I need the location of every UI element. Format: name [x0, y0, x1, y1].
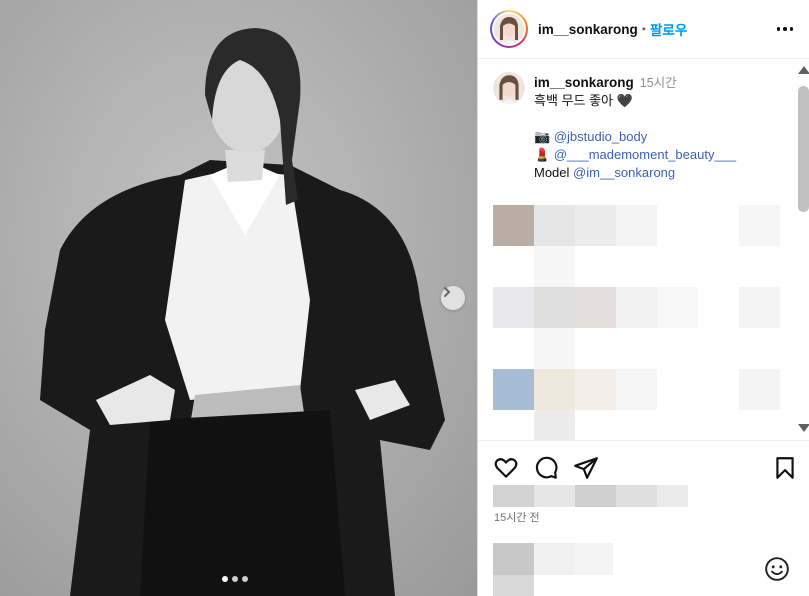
- photo-illustration: [0, 0, 477, 596]
- scroll-up-arrow[interactable]: [798, 66, 809, 74]
- header-username[interactable]: im__sonkarong: [538, 22, 638, 37]
- post-actions: 15시간 전: [478, 440, 809, 596]
- carousel-dot: [222, 576, 228, 582]
- post-timestamp: 15시간 전: [494, 512, 540, 524]
- story-ring-avatar[interactable]: [490, 10, 528, 48]
- more-icon[interactable]: [776, 19, 794, 39]
- bookmark-icon[interactable]: [772, 455, 798, 481]
- next-photo-button[interactable]: [441, 286, 465, 310]
- model-mention-link[interactable]: @im__sonkarong: [573, 165, 675, 180]
- post-viewer: im__sonkarong • 팔로우 im__sonkarong 15시간 흑백…: [0, 0, 809, 596]
- separator-dot: •: [641, 22, 646, 36]
- camera-emoji: 📷: [534, 129, 551, 144]
- post-side-panel: im__sonkarong • 팔로우 im__sonkarong 15시간 흑백…: [477, 0, 809, 596]
- avatar: [494, 14, 524, 44]
- model-label: Model: [534, 165, 570, 180]
- carousel-dot: [232, 576, 238, 582]
- carousel-dot: [242, 576, 248, 582]
- scrollbar-thumb[interactable]: [798, 86, 809, 212]
- emoji-icon[interactable]: [764, 556, 790, 582]
- comments-section: im__sonkarong 15시간 흑백 무드 좋아 🖤 📷 @jbstudio…: [478, 60, 794, 440]
- caption-username[interactable]: im__sonkarong: [534, 75, 634, 90]
- avatar[interactable]: [493, 72, 525, 104]
- chevron-right-icon: [444, 287, 451, 297]
- caption-text: 흑백 무드 좋아 🖤: [534, 93, 633, 108]
- beauty-mention-link[interactable]: @___mademoment_beauty___: [554, 147, 736, 162]
- comments-scrollbar[interactable]: [794, 60, 809, 440]
- comment-icon[interactable]: [533, 455, 559, 481]
- heart-icon[interactable]: [493, 455, 519, 481]
- caption-time: 15시간: [639, 76, 677, 90]
- post-photo: [0, 0, 477, 596]
- studio-mention-link[interactable]: @jbstudio_body: [554, 129, 647, 144]
- share-icon[interactable]: [573, 455, 599, 481]
- lipstick-emoji: 💄: [534, 147, 551, 162]
- scroll-down-arrow[interactable]: [798, 424, 809, 432]
- carousel-dots: [222, 576, 248, 582]
- post-caption: im__sonkarong 15시간 흑백 무드 좋아 🖤 📷 @jbstudio…: [534, 74, 784, 182]
- follow-button[interactable]: 팔로우: [650, 19, 687, 39]
- post-header: im__sonkarong • 팔로우: [478, 0, 809, 59]
